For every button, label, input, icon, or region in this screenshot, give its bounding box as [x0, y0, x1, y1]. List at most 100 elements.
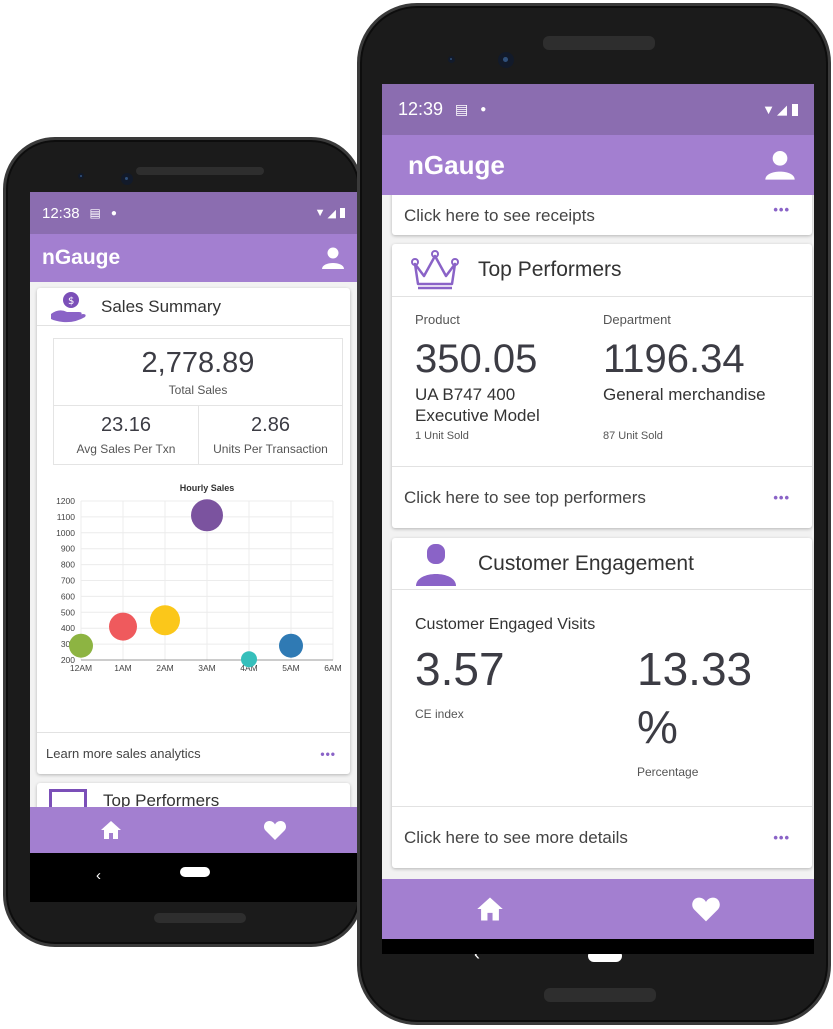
right-phone: ‹ 12:39 ▤ ● ▼ ◢ nGauge Click here to see…: [357, 3, 831, 1025]
product-column: Product 350.05 UA B747 400 Executive Mod…: [415, 312, 595, 442]
bottom-nav: [30, 807, 357, 853]
sensor-dot: [448, 56, 455, 63]
sales-summary-card: $ Sales Summary 2,778.89 Total Sales 23.…: [37, 288, 350, 774]
more-dots-icon[interactable]: •••: [773, 490, 790, 505]
units-label: Units Per Transaction: [213, 442, 328, 456]
home-pill[interactable]: [180, 867, 210, 877]
chart-title: Hourly Sales: [180, 483, 235, 493]
status-time: 12:39: [398, 99, 444, 119]
avg-sales-box: 23.16 Avg Sales Per Txn: [53, 405, 199, 465]
department-column: Department 1196.34 General merchandise 8…: [603, 312, 803, 442]
chart-point: [241, 651, 257, 668]
product-value: 350.05: [415, 337, 538, 381]
card-footer[interactable]: Click here to see more details •••: [392, 806, 812, 868]
x-tick-label: 12AM: [70, 663, 92, 673]
total-sales-box: 2,778.89 Total Sales: [53, 338, 343, 406]
chart-point: [150, 605, 180, 636]
department-units: 87 Unit Sold: [603, 430, 663, 442]
home-icon[interactable]: [100, 820, 122, 840]
receipt-icon: [49, 789, 87, 807]
x-tick-label: 3AM: [198, 663, 215, 673]
bottom-speaker: [154, 913, 246, 923]
product-units: 1 Unit Sold: [415, 430, 469, 442]
back-icon[interactable]: ‹: [96, 867, 101, 884]
y-tick-label: 900: [61, 544, 75, 554]
profile-icon[interactable]: [321, 246, 345, 270]
avg-sales-label: Avg Sales Per Txn: [76, 442, 176, 456]
card-header: Top Performers: [37, 783, 350, 807]
footer-link[interactable]: Click here to see top performers: [404, 488, 646, 508]
crown-icon: [411, 250, 459, 290]
system-nav: ‹: [30, 853, 357, 902]
money-hand-icon: $: [51, 291, 86, 322]
top-performers-card-peek: Top Performers: [37, 783, 350, 807]
footer-link[interactable]: Learn more sales analytics: [46, 746, 201, 761]
receipts-card: Click here to see receipts •••: [392, 195, 812, 235]
footer-link[interactable]: Click here to see receipts: [404, 206, 595, 226]
footer-link[interactable]: Click here to see more details: [404, 828, 628, 848]
front-camera: [121, 173, 133, 185]
more-dots-icon[interactable]: •••: [320, 747, 336, 761]
card-footer[interactable]: Click here to see receipts •••: [392, 197, 812, 235]
card-header: $ Sales Summary: [37, 288, 350, 326]
left-phone: 12:38 ▤ ● ▼ ◢ nGauge $ Sales Summary 2,7…: [3, 137, 363, 947]
app-bar: nGauge: [382, 135, 814, 195]
app-title: nGauge: [42, 246, 121, 269]
battery-icon: [792, 103, 798, 116]
units-box: 2.86 Units Per Transaction: [198, 405, 343, 465]
profile-icon[interactable]: [764, 149, 796, 181]
card-footer[interactable]: Learn more sales analytics •••: [37, 732, 350, 774]
content-scroll[interactable]: Click here to see receipts ••• Top Perfo…: [382, 195, 814, 879]
top-performers-card: Top Performers Product 350.05 UA B747 40…: [392, 244, 812, 528]
earpiece: [136, 167, 264, 175]
signal-icon: ◢: [327, 207, 336, 220]
more-dots-icon[interactable]: •••: [773, 830, 790, 845]
department-label: Department: [603, 312, 671, 327]
y-tick-label: 500: [61, 607, 75, 617]
wifi-icon: ▼: [762, 102, 775, 117]
notification-icon: ▤: [89, 206, 101, 220]
hourly-sales-chart: Hourly Sales 1200 1100 1000 900 800 700 600 500 4…: [56, 483, 342, 673]
card-title: Top Performers: [478, 258, 622, 281]
percentage-symbol: %: [637, 701, 678, 753]
bottom-nav: [382, 879, 814, 939]
home-icon[interactable]: [476, 896, 504, 922]
chart-point: [109, 612, 137, 641]
x-tick-label: 5AM: [282, 663, 299, 673]
status-bar: 12:39 ▤ ● ▼ ◢: [382, 84, 814, 135]
total-sales-label: Total Sales: [168, 383, 228, 397]
card-header: Customer Engagement: [392, 538, 812, 590]
status-bar: 12:38 ▤ ● ▼ ◢: [30, 192, 357, 234]
card-footer[interactable]: Click here to see top performers •••: [392, 466, 812, 528]
app-bar: nGauge: [30, 234, 357, 282]
chart-point: [191, 499, 223, 532]
x-tick-label: 1AM: [114, 663, 131, 673]
chart-point: [69, 633, 93, 658]
y-tick-label: 700: [61, 576, 75, 586]
department-name: General merchandise: [603, 385, 766, 404]
x-tick-label: 2AM: [156, 663, 173, 673]
percentage-value: 13.33: [637, 643, 753, 695]
app-title: nGauge: [408, 149, 505, 180]
dot-icon: ●: [480, 104, 487, 115]
content-scroll[interactable]: $ Sales Summary 2,778.89 Total Sales 23.…: [30, 282, 357, 807]
x-tick-label: 6AM: [324, 663, 341, 673]
heart-icon[interactable]: [263, 820, 287, 841]
svg-text:$: $: [68, 296, 74, 307]
heart-icon[interactable]: [691, 896, 721, 923]
system-nav-strip: [382, 939, 814, 954]
card-title: Customer Engagement: [478, 551, 694, 575]
units-value: 2.86: [251, 414, 290, 436]
front-camera: [498, 52, 514, 68]
department-value: 1196.34: [603, 337, 745, 381]
y-tick-label: 1100: [57, 512, 76, 522]
earpiece: [543, 36, 655, 50]
card-title: Top Performers: [103, 791, 220, 807]
product-label: Product: [415, 312, 460, 327]
y-tick-label: 1000: [56, 528, 75, 538]
y-tick-label: 600: [61, 591, 75, 601]
y-tick-label: 400: [61, 623, 75, 633]
more-dots-icon[interactable]: •••: [773, 202, 790, 217]
y-tick-label: 1200: [56, 496, 75, 506]
total-sales-value: 2,778.89: [141, 347, 255, 379]
